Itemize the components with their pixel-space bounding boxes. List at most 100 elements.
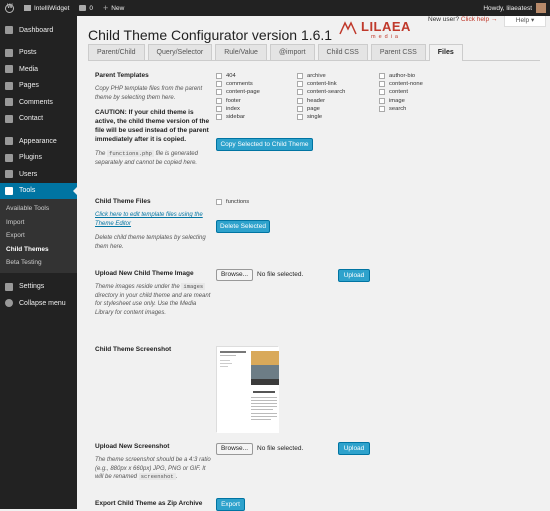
parent-templates-desc: Copy PHP template files from the parent … [95,86,203,101]
image-file-status: No file selected. [257,271,304,278]
users-icon [5,170,13,179]
submenu-available-tools[interactable]: Available Tools [0,202,77,216]
tab-parent-child[interactable]: Parent/Child [88,44,145,60]
collapse-menu-button[interactable]: Collapse menu [0,295,77,312]
howdy-user-link[interactable]: Howdy, lilaeatest [483,5,532,12]
functions-note: The functions.php file is generated sepa… [95,150,198,166]
avatar[interactable] [536,3,546,13]
template-checkbox[interactable]: author-bio [379,72,423,80]
upload-image-label: Upload New Child Theme Image [95,270,194,277]
submenu-export[interactable]: Export [0,229,77,243]
arrow-right-icon: → [490,16,498,23]
child-files-desc: Delete child theme templates by selectin… [95,235,206,250]
parent-templates-section: Parent Templates Copy PHP template files… [95,72,215,167]
template-checkbox[interactable]: archive [297,72,345,80]
tab-query-selector[interactable]: Query/Selector [147,44,213,60]
sidebar-item-plugins[interactable]: Plugins [0,150,77,167]
upload-screenshot-desc: The theme screenshot should be a 4:3 rat… [95,457,211,480]
comments-link[interactable]: 0 [74,0,98,16]
sidebar-item-users[interactable]: Users [0,166,77,183]
template-checkbox[interactable]: comments [216,80,260,88]
tab-parent-css[interactable]: Parent CSS [370,44,426,60]
screenshot-label: Child Theme Screenshot [95,346,172,353]
template-column-1: 404 comments content-page footer index s… [216,72,260,121]
home-icon [24,5,31,11]
child-file-checkbox[interactable]: functions [216,198,249,206]
wrench-icon [5,186,13,195]
caution-text: CAUTION: If your child theme is active, … [95,109,210,143]
sidebar-item-comments[interactable]: Comments [0,94,77,111]
template-checkbox[interactable]: content [379,88,423,96]
sidebar-item-settings[interactable]: Settings [0,279,77,296]
screenshot-file-status: No file selected. [257,445,304,452]
template-checkbox[interactable]: sidebar [216,113,260,121]
paintbrush-icon [5,137,13,146]
template-checkbox[interactable]: page [297,105,345,113]
admin-sidebar: Dashboard Posts Media Pages Comments Con… [0,16,77,509]
theme-editor-link[interactable]: Click here to edit template files using … [95,211,215,228]
upload-image-section: Upload New Child Theme Image Theme image… [95,270,215,317]
template-checkbox[interactable]: index [216,105,260,113]
new-user-hint: New user? Click help → [428,16,498,23]
new-content-link[interactable]: + New [98,0,129,16]
copy-to-child-button[interactable]: Copy Selected to Child Theme [216,138,313,151]
page-title: Child Theme Configurator version 1.6.1 [88,27,333,43]
collapse-icon [5,299,13,308]
sidebar-item-media[interactable]: Media [0,61,77,78]
submenu-child-themes[interactable]: Child Themes [0,243,77,257]
browse-image-button[interactable]: Browse... [216,269,253,281]
template-checkbox[interactable]: image [379,97,423,105]
sidebar-item-pages[interactable]: Pages [0,78,77,95]
template-checkbox[interactable]: header [297,97,345,105]
upload-screenshot-button[interactable]: Upload [338,442,370,455]
plus-icon: + [103,3,109,13]
sidebar-item-appearance[interactable]: Appearance [0,133,77,150]
child-files-label: Child Theme Files [95,198,151,205]
triangle-down-icon: ▾ [530,17,535,24]
upload-image-button[interactable]: Upload [338,269,370,282]
export-label: Export Child Theme as Zip Archive [95,500,203,507]
parent-templates-label: Parent Templates [95,72,149,79]
submenu-import[interactable]: Import [0,216,77,230]
template-checkbox[interactable]: content-page [216,88,260,96]
wordpress-logo-icon[interactable] [0,0,19,16]
tab-child-css[interactable]: Child CSS [317,44,368,60]
browse-screenshot-button[interactable]: Browse... [216,443,253,455]
template-checkbox[interactable]: content-link [297,80,345,88]
tab-files[interactable]: Files [428,44,463,61]
comment-bubble-icon [79,5,87,11]
upload-image-desc: Theme images reside under the images dir… [95,283,211,316]
site-name-link[interactable]: IntelliWidget [19,0,74,16]
template-checkbox[interactable]: search [379,105,423,113]
contact-icon [5,114,13,123]
lilaea-logo-icon [339,21,357,35]
comments-icon [5,98,13,107]
tab-import[interactable]: @import [269,44,315,60]
upload-screenshot-label: Upload New Screenshot [95,443,170,450]
delete-selected-button[interactable]: Delete Selected [216,220,270,233]
settings-icon [5,282,13,291]
screenshot-preview-graphic [217,347,279,433]
tab-rule-value[interactable]: Rule/Value [215,44,267,60]
click-help-link[interactable]: Click help [461,16,489,23]
template-checkbox[interactable]: content-search [297,88,345,96]
sidebar-item-contact[interactable]: Contact [0,111,77,128]
template-checkbox[interactable]: 404 [216,72,260,80]
template-checkbox[interactable]: single [297,113,345,121]
sidebar-item-tools[interactable]: Tools [0,182,77,199]
template-column-3: author-bio content-none content image se… [379,72,423,113]
upload-screenshot-section: Upload New Screenshot The theme screensh… [95,443,215,482]
admin-bar: IntelliWidget 0 + New Howdy, lilaeatest [0,0,550,16]
plugin-icon [5,153,13,162]
export-button[interactable]: Export [216,498,245,511]
tools-submenu: Available Tools Import Export Child Them… [0,199,77,273]
pin-icon [5,48,13,57]
template-checkbox[interactable]: footer [216,97,260,105]
submenu-beta-testing[interactable]: Beta Testing [0,256,77,270]
sidebar-item-dashboard[interactable]: Dashboard [0,22,77,39]
sidebar-item-posts[interactable]: Posts [0,45,77,62]
help-tab-button[interactable]: Help ▾ [504,16,546,27]
template-checkbox[interactable]: content-none [379,80,423,88]
media-icon [5,65,13,74]
tab-bar: Parent/Child Query/Selector Rule/Value @… [88,44,540,61]
